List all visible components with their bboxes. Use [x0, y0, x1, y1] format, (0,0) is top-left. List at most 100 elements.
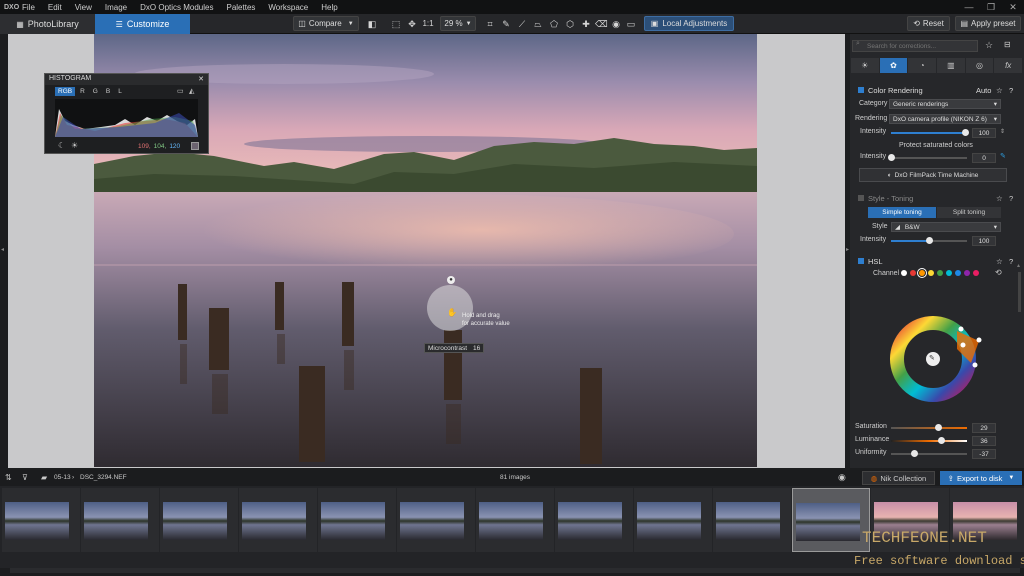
- channel-dot[interactable]: [973, 270, 979, 276]
- moon-icon[interactable]: ☾: [58, 141, 65, 150]
- export-to-disk-button[interactable]: ⇪ Export to disk ▼: [940, 471, 1022, 485]
- menu-dxo-optics-modules[interactable]: DxO Optics Modules: [140, 3, 213, 12]
- filmstrip-thumbnail[interactable]: [634, 488, 712, 552]
- nik-collection-button[interactable]: ◍ Nik Collection: [862, 471, 935, 485]
- rendering-intensity-slider[interactable]: [891, 129, 970, 136]
- channel-dot[interactable]: [946, 270, 952, 276]
- filter-icon[interactable]: ⊽: [22, 473, 28, 482]
- move-icon[interactable]: ✥: [406, 18, 418, 30]
- horizon-icon[interactable]: ⟋: [516, 18, 528, 30]
- help-icon[interactable]: ?: [1009, 86, 1013, 95]
- tab-detail-icon[interactable]: ◔: [908, 58, 937, 73]
- fit-icon[interactable]: ⬚: [390, 18, 402, 30]
- compare-button[interactable]: ◫ Compare ▼: [293, 16, 359, 31]
- perspective-rect-icon[interactable]: ⬠: [548, 18, 560, 30]
- settings-icon[interactable]: ⊟: [1004, 40, 1011, 49]
- channel-dot[interactable]: [937, 270, 943, 276]
- filmstrip-thumbnail[interactable]: [476, 488, 554, 552]
- scroll-up-icon[interactable]: ▴: [1017, 262, 1020, 269]
- filmstrip-thumbnail[interactable]: [239, 488, 317, 552]
- protect-intensity-value[interactable]: 0: [972, 153, 996, 163]
- eye-icon[interactable]: ◉: [610, 18, 622, 30]
- picker-icon[interactable]: ✎: [1000, 152, 1006, 160]
- preview-icon[interactable]: ◉: [838, 472, 846, 483]
- maximize-button[interactable]: ❐: [980, 0, 1002, 14]
- channel-b[interactable]: B: [103, 87, 113, 96]
- style-toning-header[interactable]: Style - Toning ☆ ?: [852, 192, 1020, 204]
- saturation-slider[interactable]: [891, 424, 967, 431]
- uniformity-slider[interactable]: [891, 450, 967, 457]
- channel-dot[interactable]: [910, 270, 916, 276]
- category-select[interactable]: Generic renderings ▾: [889, 99, 1001, 109]
- menu-help[interactable]: Help: [321, 3, 337, 12]
- slider-knob[interactable]: [888, 154, 895, 161]
- eyedropper-icon[interactable]: ✎: [929, 354, 935, 362]
- channel-r[interactable]: R: [77, 87, 88, 96]
- masking-icon[interactable]: ▭: [625, 18, 637, 30]
- hsl-header[interactable]: HSL ☆ ?: [852, 255, 1020, 267]
- rendering-intensity-value[interactable]: 100: [972, 128, 996, 138]
- tab-color-icon[interactable]: ✿: [879, 58, 908, 73]
- channel-l[interactable]: L: [115, 87, 125, 96]
- menu-palettes[interactable]: Palettes: [226, 3, 255, 12]
- color-rendering-header[interactable]: Color Rendering Auto ☆ ?: [852, 84, 1020, 96]
- perspective-eight-points-icon[interactable]: ⬡: [564, 18, 576, 30]
- local-adjustments-button[interactable]: ▣ Local Adjustments: [644, 16, 734, 31]
- stepper-icon[interactable]: ⇕: [1000, 128, 1005, 135]
- channel-g[interactable]: G: [90, 87, 101, 96]
- slider-knob[interactable]: [911, 450, 918, 457]
- adjust-pin-icon[interactable]: ●: [447, 276, 455, 284]
- channel-dot[interactable]: [964, 270, 970, 276]
- channel-dot[interactable]: [901, 270, 907, 276]
- help-icon[interactable]: ?: [1009, 194, 1013, 203]
- perspective-icon[interactable]: ⏢: [532, 18, 544, 30]
- slider-knob[interactable]: [935, 424, 942, 431]
- ratio-1-1[interactable]: 1:1: [421, 18, 435, 30]
- panel-scrollbar[interactable]: [1018, 272, 1021, 312]
- section-toggle-icon[interactable]: [858, 87, 864, 93]
- menu-workspace[interactable]: Workspace: [268, 3, 308, 12]
- filmstrip-thumbnail[interactable]: [555, 488, 633, 552]
- search-input[interactable]: [852, 40, 978, 52]
- luminance-slider[interactable]: [891, 437, 967, 444]
- toning-intensity-value[interactable]: 100: [972, 236, 996, 246]
- filmstrip-thumbnail[interactable]: [713, 488, 791, 552]
- filmstrip-thumbnail[interactable]: [2, 488, 80, 552]
- reset-channel-icon[interactable]: ⟲: [995, 268, 1002, 277]
- white-balance-picker-icon[interactable]: ✎: [500, 18, 512, 30]
- simple-toning-tab[interactable]: Simple toning: [868, 207, 936, 218]
- star-icon[interactable]: ☆: [996, 194, 1003, 203]
- rendering-select[interactable]: DxO camera profile (NIKON Z 6) ▾: [889, 114, 1001, 124]
- section-toggle-icon[interactable]: [858, 195, 864, 201]
- section-toggle-icon[interactable]: [858, 258, 864, 264]
- tab-light-icon[interactable]: ☀: [851, 58, 879, 73]
- star-icon[interactable]: ☆: [996, 86, 1003, 95]
- split-toning-tab[interactable]: Split toning: [937, 207, 1001, 218]
- split-view-icon[interactable]: ◧: [366, 18, 378, 30]
- exposure-warning-icon[interactable]: ◭: [189, 87, 194, 95]
- zoom-select[interactable]: 29 % ▼: [440, 16, 476, 31]
- luminance-value[interactable]: 36: [972, 436, 996, 446]
- filmstrip-thumbnail[interactable]: [160, 488, 238, 552]
- channel-dot[interactable]: [928, 270, 934, 276]
- sun-icon[interactable]: ☀: [71, 141, 78, 150]
- protect-intensity-slider[interactable]: [888, 154, 967, 161]
- slider-knob[interactable]: [926, 237, 933, 244]
- star-icon[interactable]: ☆: [985, 40, 993, 51]
- collapse-left-icon[interactable]: ◂: [1, 246, 4, 253]
- toning-intensity-slider[interactable]: [891, 237, 967, 244]
- saturation-value[interactable]: 29: [972, 423, 996, 433]
- tab-local-icon[interactable]: ◎: [965, 58, 994, 73]
- filmstrip-thumbnail[interactable]: [81, 488, 159, 552]
- crop-icon[interactable]: ⌗: [484, 18, 496, 30]
- reset-button[interactable]: ⟲ Reset: [907, 16, 950, 31]
- tab-photolibrary[interactable]: ▦ PhotoLibrary: [0, 14, 95, 34]
- channel-dot[interactable]: [917, 268, 927, 278]
- menu-view[interactable]: View: [75, 3, 92, 12]
- tab-effects-icon[interactable]: fx: [994, 58, 1023, 73]
- channel-dot[interactable]: [955, 270, 961, 276]
- star-icon[interactable]: ☆: [996, 257, 1003, 266]
- filmstrip-thumbnail[interactable]: [318, 488, 396, 552]
- menu-image[interactable]: Image: [105, 3, 127, 12]
- minimize-button[interactable]: —: [958, 0, 980, 14]
